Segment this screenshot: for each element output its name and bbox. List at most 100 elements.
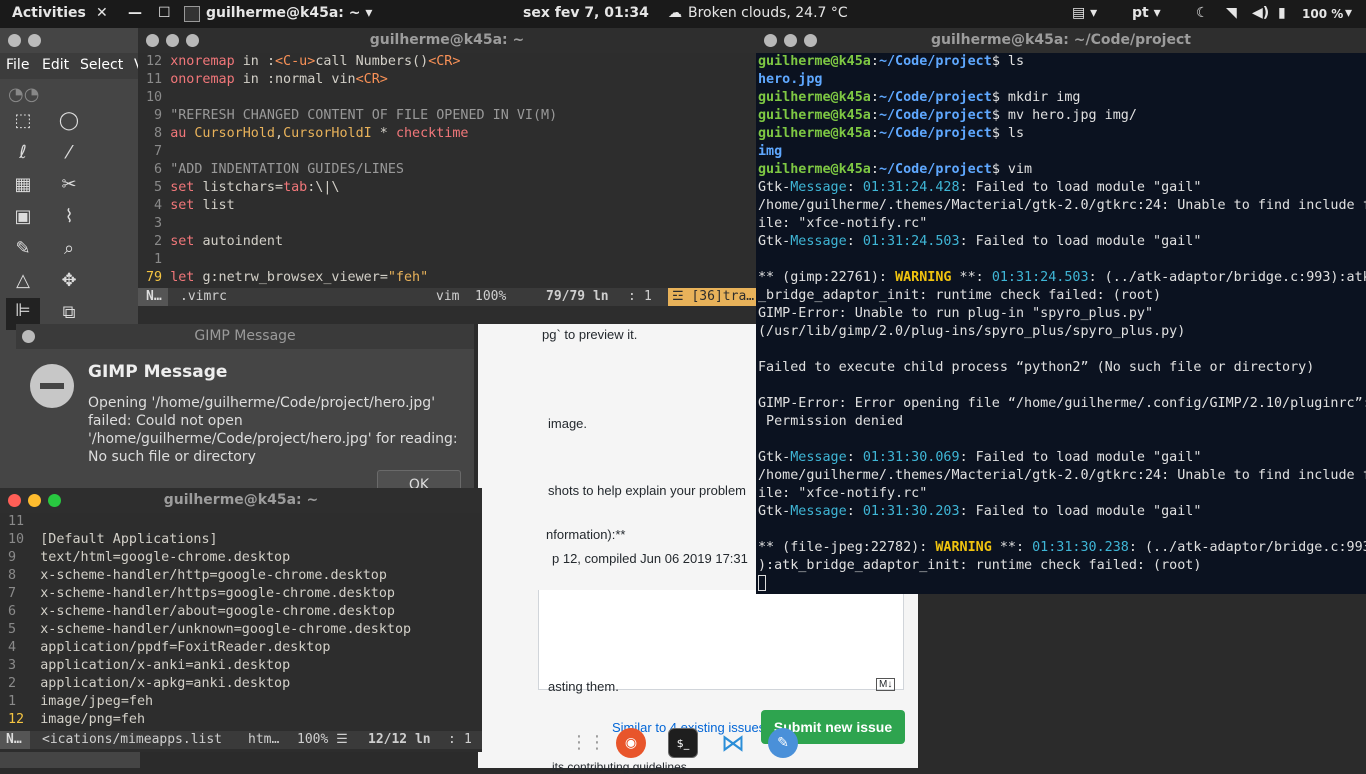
wifi-icon[interactable]: ◥: [1226, 5, 1237, 21]
color-select-icon[interactable]: ▦: [10, 172, 36, 198]
code-line: 4 set list: [146, 197, 756, 215]
dialog-message: Opening '/home/guilherme/Code/project/he…: [88, 395, 458, 465]
window-title: guilherme@k45a: ~/Code/project: [931, 32, 1191, 48]
weather-text[interactable]: Broken clouds, 24.7 °C: [688, 5, 848, 21]
language-selector[interactable]: pt ▾: [1132, 5, 1161, 21]
vim-mode: N…: [138, 288, 168, 306]
code-token: CursorHold: [194, 126, 275, 141]
terminal-line: ile: "xfce-notify.rc": [758, 215, 1366, 233]
code-token: set: [170, 198, 203, 213]
code-line: 6 x-scheme-handler/about=google-chrome.d…: [8, 603, 482, 621]
terminal-line: ** (gimp:22761): WARNING **: 01:31:24.50…: [758, 269, 1366, 287]
krita-icon[interactable]: ✎: [768, 728, 798, 758]
weather-icon[interactable]: ☁: [668, 5, 682, 21]
close-icon[interactable]: [146, 34, 159, 47]
lasso-icon[interactable]: ℓ: [10, 140, 36, 166]
terminal-token: : (../atk-adaptor/bridge.c:993: [1128, 540, 1366, 555]
maximize-icon[interactable]: [48, 494, 61, 507]
vim-bottom-editor[interactable]: 11 10 [Default Applications] 9 text/html=…: [0, 513, 482, 732]
terminal-output[interactable]: guilherme@k45a:~/Code/project$ ls hero.jp…: [756, 53, 1366, 594]
line-number: 8: [8, 568, 41, 583]
vim-mode: N…: [0, 731, 30, 749]
line-number: 7: [146, 144, 171, 159]
gimp-msg-titlebar: GIMP Message: [16, 324, 474, 349]
menu-edit[interactable]: Edit: [42, 57, 69, 73]
maximize-icon[interactable]: [186, 34, 199, 47]
terminal-token: :: [846, 234, 863, 249]
minimize-window-icon[interactable]: —: [128, 5, 142, 21]
terminal-token: $ ls: [991, 54, 1025, 69]
terminal-token: Failed to execute child process “python2…: [758, 360, 1315, 375]
move-icon[interactable]: ✥: [56, 268, 82, 294]
clock[interactable]: sex fev 7, 01:34: [523, 5, 649, 21]
clipboard-icon[interactable]: ▤ ▾: [1072, 5, 1097, 21]
line-number: 9: [146, 108, 171, 123]
app-menu[interactable]: guilherme@k45a: ~ ▾: [206, 5, 372, 21]
vim-top-editor[interactable]: 12 xnoremap in :<C-u>call Numbers()<CR> 1…: [138, 53, 756, 298]
line-number: 10: [8, 532, 41, 547]
crop-icon[interactable]: ⧉: [56, 300, 82, 326]
gimp-close-icon[interactable]: [8, 34, 21, 47]
code-token: g:netrw_browsex_viewer: [202, 270, 380, 285]
terminal-token: $ vim: [991, 162, 1033, 177]
foreground-select-icon[interactable]: ▣: [10, 204, 36, 230]
close-icon[interactable]: [764, 34, 777, 47]
close-icon[interactable]: [8, 494, 21, 507]
terminal-app-icon: [184, 6, 200, 22]
terminal-token: ** (file-jpeg:22782):: [758, 540, 936, 555]
terminal-line: ** (file-jpeg:22782): WARNING **: 01:31:…: [758, 539, 1366, 557]
night-light-icon[interactable]: ☾: [1196, 5, 1209, 21]
line-number: 5: [146, 180, 171, 195]
error-icon: [30, 364, 74, 408]
terminal-token: GIMP-Error: Unable to run plug-in "spyro…: [758, 306, 1154, 321]
fuzzy-select-icon[interactable]: ⁄: [56, 140, 82, 166]
wilber-logo-icon: ◔◔: [8, 84, 40, 105]
terminal-token: guilherme@k45a: [758, 54, 871, 69]
menu-file[interactable]: File: [6, 57, 29, 73]
minimize-icon[interactable]: [784, 34, 797, 47]
code-token: set: [170, 180, 203, 195]
minimize-icon[interactable]: ✕: [96, 5, 108, 21]
battery-percent[interactable]: 100 %: [1302, 7, 1343, 21]
terminal-token: guilherme@k45a: [758, 126, 871, 141]
terminal-line: (/usr/lib/gimp/2.0/plug-ins/spyro_plus/s…: [758, 323, 1366, 341]
firefox-icon[interactable]: ◉: [616, 728, 646, 758]
system-menu-icon[interactable]: ▾: [1345, 5, 1352, 21]
terminal-line: guilherme@k45a:~/Code/project$ ls: [758, 53, 1366, 71]
minimize-icon[interactable]: [28, 494, 41, 507]
maximize-icon[interactable]: [804, 34, 817, 47]
menu-select[interactable]: Select: [80, 57, 123, 73]
code-line: 5 set listchars=tab:\|\: [146, 179, 756, 197]
code-token: xnoremap: [170, 54, 243, 69]
terminal-token: Gtk-: [758, 180, 791, 195]
terminal-token: : Failed to load module "gail": [959, 180, 1202, 195]
activities-button[interactable]: Activities: [12, 5, 86, 21]
scissors-icon[interactable]: ✂: [56, 172, 82, 198]
terminal-icon[interactable]: $_: [668, 728, 698, 758]
terminal-token: guilherme@k45a: [758, 90, 871, 105]
volume-icon[interactable]: ◀): [1252, 5, 1269, 21]
battery-icon[interactable]: ▮: [1278, 5, 1286, 21]
code-token: "feh": [387, 270, 429, 285]
terminal-line: Failed to execute child process “python2…: [758, 359, 1366, 377]
vscode-icon[interactable]: ⋈: [718, 728, 748, 758]
maximize-icon[interactable]: ☐: [158, 5, 171, 21]
term-right-titlebar: guilherme@k45a: ~/Code/project: [756, 28, 1366, 53]
vim-top-titlebar: guilherme@k45a: ~: [138, 28, 756, 53]
terminal-line: hero.jpg: [758, 71, 1366, 89]
rect-select-icon[interactable]: ⬚: [10, 108, 36, 134]
gimp-minimize-icon[interactable]: [28, 34, 41, 47]
terminal-project-window: guilherme@k45a: ~/Code/project guilherme…: [756, 28, 1366, 594]
issue-body-textarea[interactable]: [538, 590, 904, 690]
paths-icon[interactable]: ⌇: [56, 204, 82, 230]
terminal-line: guilherme@k45a:~/Code/project$ mkdir img: [758, 89, 1366, 107]
terminal-token: **:: [951, 270, 992, 285]
vim-column: 1: [644, 289, 652, 304]
color-picker-icon[interactable]: ✎: [10, 236, 36, 262]
zoom-icon[interactable]: ⌕: [56, 236, 82, 262]
app-grid-icon[interactable]: ⋮⋮: [570, 728, 606, 758]
close-icon[interactable]: [22, 330, 35, 343]
ellipse-select-icon[interactable]: ◯: [56, 108, 82, 134]
measure-icon[interactable]: △: [10, 268, 36, 294]
minimize-icon[interactable]: [166, 34, 179, 47]
